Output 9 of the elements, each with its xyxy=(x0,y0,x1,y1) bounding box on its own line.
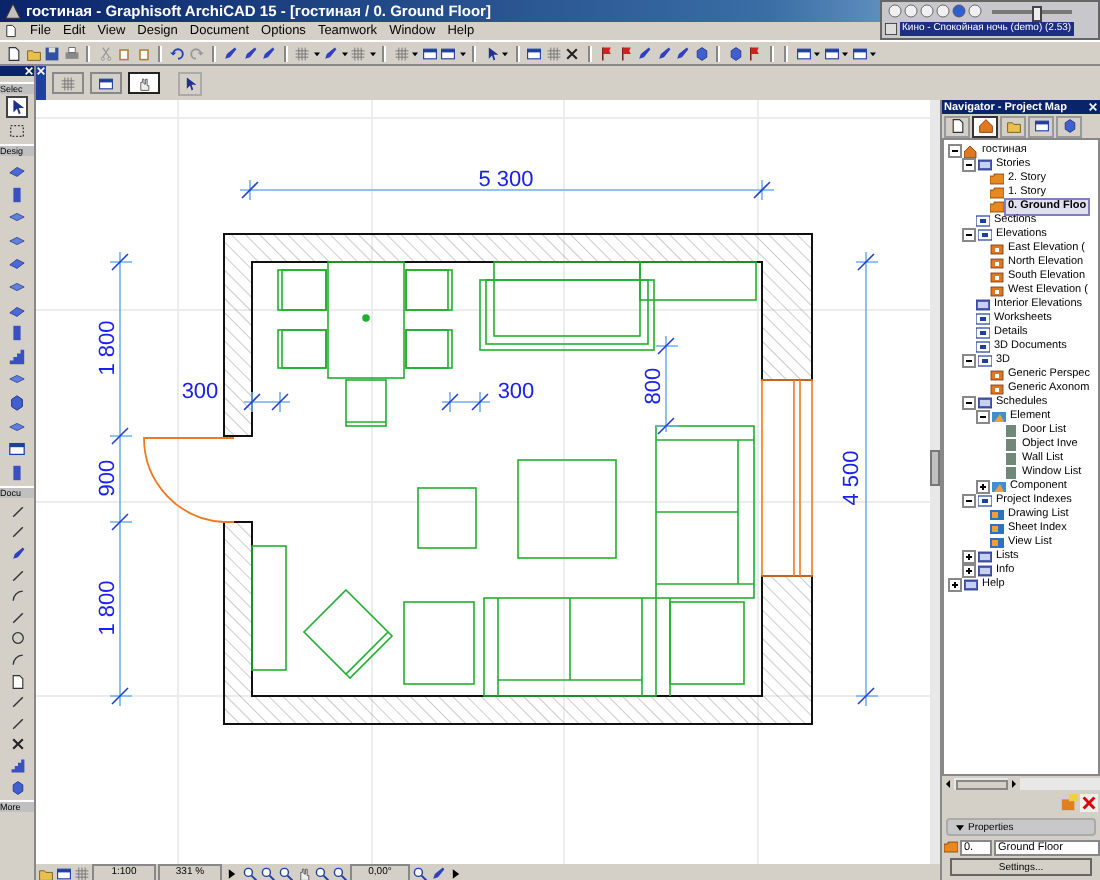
dimension-label[interactable]: 300 xyxy=(181,380,219,404)
dimension-label[interactable]: 900 xyxy=(96,459,120,497)
dimension-label[interactable]: 1 800 xyxy=(96,320,120,376)
dimension-label[interactable]: 4 500 xyxy=(840,450,864,506)
dimension-label[interactable]: 300 xyxy=(497,380,535,404)
dimension-label[interactable]: 1 800 xyxy=(96,580,120,636)
drawing-canvas[interactable]: 5 300 1 800 900 1 800 4 500 300 300 800 xyxy=(36,100,940,864)
dimension-label[interactable]: 5 300 xyxy=(478,168,534,192)
dimension-label[interactable]: 800 xyxy=(642,367,666,405)
